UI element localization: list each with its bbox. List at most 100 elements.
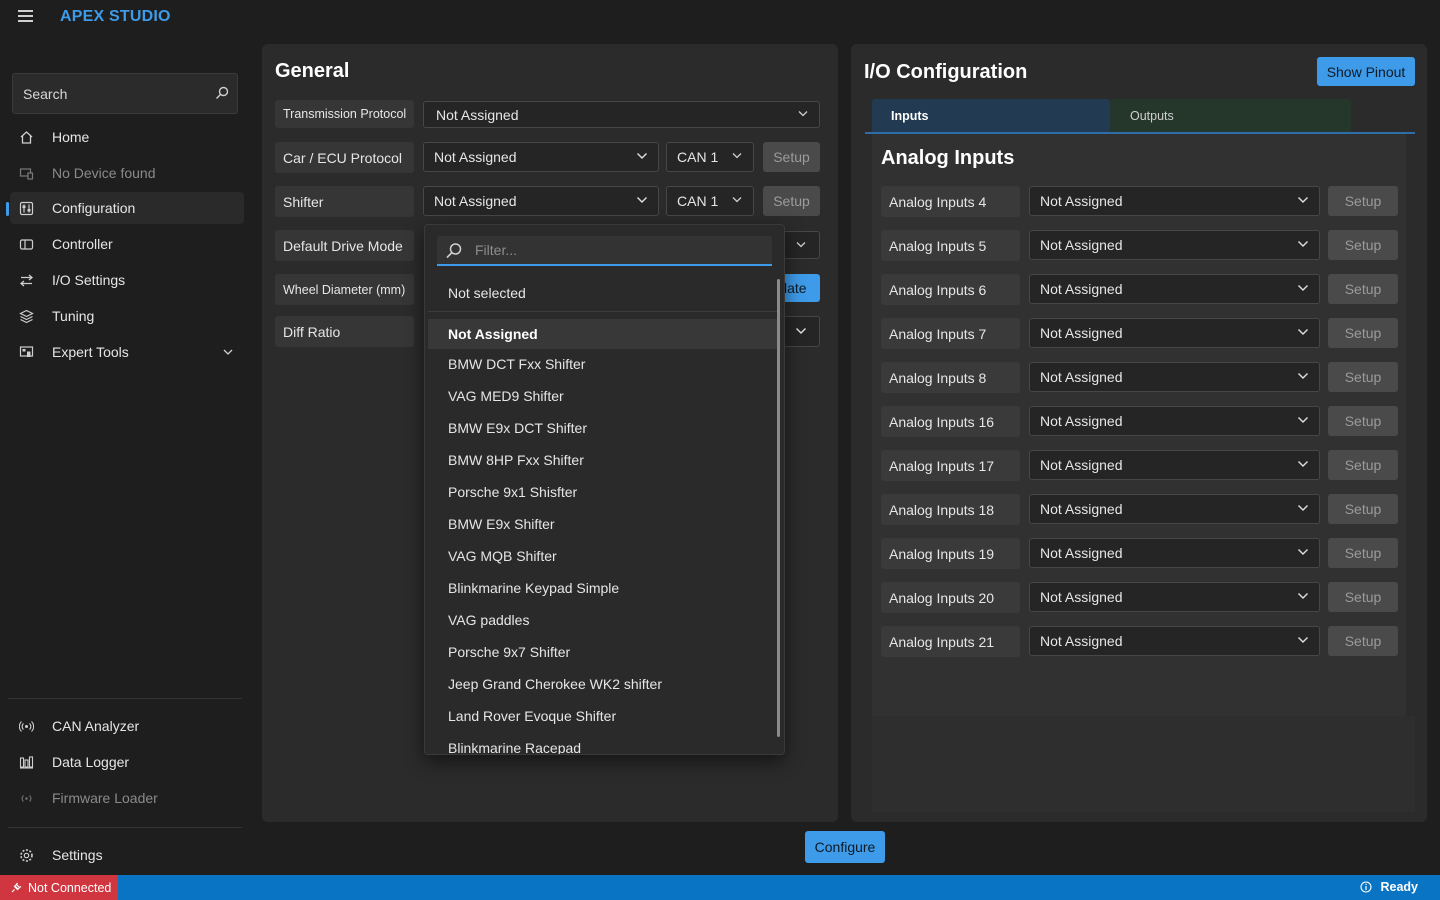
default-drive-mode-label: Default Drive Mode bbox=[275, 230, 414, 261]
dropdown-option[interactable]: VAG MQB Shifter bbox=[428, 541, 777, 571]
select-value: CAN 1 bbox=[677, 193, 719, 209]
analog-input-select[interactable]: Not Assigned bbox=[1029, 626, 1320, 656]
analog-input-select[interactable]: Not Assigned bbox=[1029, 450, 1320, 480]
configure-button[interactable]: Configure bbox=[805, 831, 885, 863]
tab-inputs[interactable]: Inputs bbox=[872, 99, 1110, 132]
analog-input-setup-button[interactable]: Setup bbox=[1328, 186, 1398, 216]
broadcast-icon bbox=[18, 718, 34, 734]
car-ecu-protocol-select[interactable]: Not Assigned bbox=[423, 142, 659, 172]
sidebar-item-configuration[interactable]: Configuration bbox=[10, 192, 244, 224]
dropdown-option[interactable]: VAG paddles bbox=[428, 605, 777, 635]
analog-input-setup-button[interactable]: Setup bbox=[1328, 318, 1398, 348]
connection-status-text: Not Connected bbox=[28, 880, 112, 895]
shifter-setup-button[interactable]: Setup bbox=[763, 186, 820, 216]
analog-input-setup-button[interactable]: Setup bbox=[1328, 274, 1398, 304]
dropdown-option[interactable]: Blinkmarine Racepad bbox=[428, 733, 777, 754]
car-ecu-setup-button[interactable]: Setup bbox=[763, 142, 820, 172]
dropdown-option[interactable]: Blinkmarine Keypad Simple bbox=[428, 573, 777, 603]
chevron-down-icon[interactable] bbox=[222, 346, 234, 358]
sidebar-item-controller[interactable]: Controller bbox=[10, 228, 244, 260]
dropdown-option[interactable]: BMW 8HP Fxx Shifter bbox=[428, 445, 777, 475]
filter-input[interactable] bbox=[475, 236, 765, 264]
select-value: Not Assigned bbox=[1040, 413, 1123, 429]
sidebar-item-home[interactable]: Home bbox=[10, 121, 244, 153]
status-bar: Not Connected Ready bbox=[0, 875, 1440, 900]
analog-input-label: Analog Inputs 8 bbox=[881, 362, 1020, 393]
connection-status[interactable]: Not Connected bbox=[0, 875, 118, 900]
gear-icon bbox=[18, 847, 34, 863]
analog-input-setup-button[interactable]: Setup bbox=[1328, 450, 1398, 480]
search-input[interactable] bbox=[13, 74, 203, 113]
dropdown-option[interactable]: VAG MED9 Shifter bbox=[428, 381, 777, 411]
select-value: Not Assigned bbox=[1040, 457, 1123, 473]
dropdown-option[interactable]: Porsche 9x1 Shisfter bbox=[428, 477, 777, 507]
io-configuration-panel: I/O Configuration Show Pinout Inputs Out… bbox=[851, 44, 1427, 822]
analog-input-select[interactable]: Not Assigned bbox=[1029, 274, 1320, 304]
chevron-down-icon bbox=[796, 328, 806, 334]
dropdown-scrollbar[interactable] bbox=[777, 279, 780, 737]
shifter-dropdown: Not selected Not AssignedBMW DCT Fxx Shi… bbox=[424, 224, 785, 755]
select-value: Not Assigned bbox=[1040, 369, 1123, 385]
hamburger-menu-icon[interactable] bbox=[14, 7, 36, 27]
analog-input-select[interactable]: Not Assigned bbox=[1029, 186, 1320, 216]
select-value: Not Assigned bbox=[1040, 193, 1123, 209]
wheel-diameter-label: Wheel Diameter (mm) bbox=[275, 274, 414, 305]
dropdown-option[interactable]: Not Assigned bbox=[428, 319, 777, 349]
sidebar-item-no-device: No Device found bbox=[10, 157, 244, 189]
analog-input-setup-button[interactable]: Setup bbox=[1328, 538, 1398, 568]
analog-input-setup-button[interactable]: Setup bbox=[1328, 362, 1398, 392]
analog-input-setup-button[interactable]: Setup bbox=[1328, 582, 1398, 612]
ready-status: Ready bbox=[1360, 880, 1418, 894]
chevron-down-icon bbox=[1298, 637, 1308, 643]
dropdown-option[interactable]: Jeep Grand Cherokee WK2 shifter bbox=[428, 669, 777, 699]
dropdown-option[interactable]: Porsche 9x7 Shifter bbox=[428, 637, 777, 667]
tab-outputs[interactable]: Outputs bbox=[1110, 99, 1351, 132]
chevron-down-icon bbox=[1298, 373, 1308, 379]
analog-input-select[interactable]: Not Assigned bbox=[1029, 230, 1320, 260]
sidebar-item-label: Configuration bbox=[52, 200, 136, 216]
sidebar-item-label: Tuning bbox=[52, 308, 95, 324]
car-ecu-can-select[interactable]: CAN 1 bbox=[666, 142, 754, 172]
analog-input-select[interactable]: Not Assigned bbox=[1029, 406, 1320, 436]
sidebar-item-expert-tools[interactable]: Expert Tools bbox=[10, 336, 244, 368]
dropdown-option[interactable]: BMW E9x DCT Shifter bbox=[428, 413, 777, 443]
sidebar-item-tuning[interactable]: Tuning bbox=[10, 300, 244, 332]
info-icon bbox=[1360, 881, 1373, 893]
calculate-button[interactable]: late bbox=[782, 274, 820, 302]
dropdown-option-not-selected[interactable]: Not selected bbox=[448, 285, 526, 301]
dropdown-option[interactable]: Land Rover Evoque Shifter bbox=[428, 701, 777, 731]
sidebar-item-io-settings[interactable]: I/O Settings bbox=[10, 264, 244, 296]
analog-input-setup-button[interactable]: Setup bbox=[1328, 230, 1398, 260]
plug-icon bbox=[11, 882, 22, 892]
search-icon[interactable] bbox=[215, 86, 229, 100]
analog-input-select[interactable]: Not Assigned bbox=[1029, 582, 1320, 612]
chevron-down-icon bbox=[732, 197, 742, 203]
shifter-can-select[interactable]: CAN 1 bbox=[666, 186, 754, 216]
select-value: Not Assigned bbox=[1040, 633, 1123, 649]
app-title: APEX STUDIO bbox=[60, 8, 171, 25]
analog-input-label: Analog Inputs 5 bbox=[881, 230, 1020, 261]
diff-ratio-select[interactable] bbox=[782, 316, 820, 347]
shifter-select[interactable]: Not Assigned bbox=[423, 186, 659, 216]
show-pinout-button[interactable]: Show Pinout bbox=[1317, 57, 1415, 86]
transmission-protocol-select[interactable]: Not Assigned bbox=[423, 101, 820, 128]
select-value: Not Assigned bbox=[436, 106, 519, 123]
analog-input-select[interactable]: Not Assigned bbox=[1029, 318, 1320, 348]
sidebar-item-label: No Device found bbox=[52, 165, 156, 181]
dropdown-option[interactable]: BMW E9x Shifter bbox=[428, 509, 777, 539]
analog-input-setup-button[interactable]: Setup bbox=[1328, 494, 1398, 524]
analog-input-setup-button[interactable]: Setup bbox=[1328, 626, 1398, 656]
sidebar-item-can-analyzer[interactable]: CAN Analyzer bbox=[10, 710, 244, 742]
analog-inputs-title: Analog Inputs bbox=[881, 147, 1015, 169]
analog-input-select[interactable]: Not Assigned bbox=[1029, 494, 1320, 524]
sidebar-item-data-logger[interactable]: Data Logger bbox=[10, 746, 244, 778]
io-title: I/O Configuration bbox=[864, 61, 1028, 83]
dropdown-option[interactable]: BMW DCT Fxx Shifter bbox=[428, 349, 777, 379]
analog-input-setup-button[interactable]: Setup bbox=[1328, 406, 1398, 436]
controller-icon bbox=[18, 236, 34, 252]
default-drive-mode-select[interactable] bbox=[782, 231, 820, 259]
sidebar-item-settings[interactable]: Settings bbox=[10, 839, 244, 871]
analog-input-select[interactable]: Not Assigned bbox=[1029, 362, 1320, 392]
analog-input-select[interactable]: Not Assigned bbox=[1029, 538, 1320, 568]
chevron-down-icon bbox=[1298, 285, 1308, 291]
